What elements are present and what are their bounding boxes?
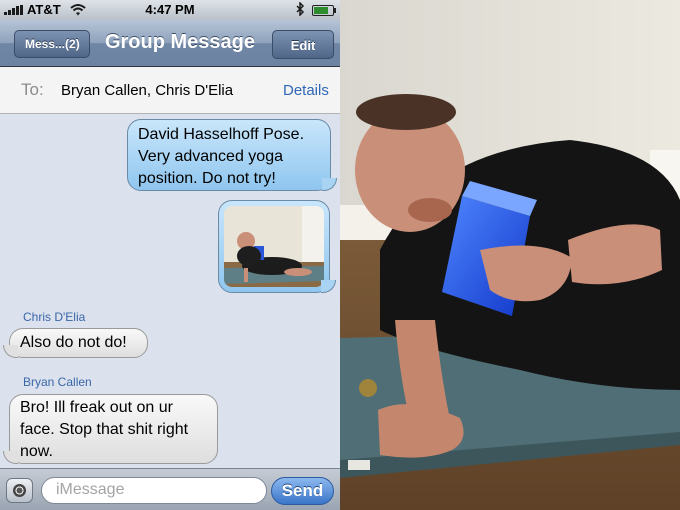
outgoing-message-bubble[interactable]: David Hasselhoff Pose. Very advanced yog… [127,119,337,191]
message-line: position. Do not try! [138,170,276,187]
message-line: Also do not do! [20,334,127,351]
battery-level [314,7,328,14]
message-line: Bro! Ill freak out on ur [20,399,173,416]
sender-name: Chris D'Elia [23,310,86,324]
recipients-list[interactable]: Bryan Callen, Chris D'Elia [61,82,233,99]
bluetooth-icon [296,1,305,19]
photo-thumbnail[interactable] [224,206,324,287]
compose-bar: iMessage Send [0,468,340,510]
status-time: 4:47 PM [145,2,195,17]
incoming-message-bubble[interactable]: Also do not do! [3,328,148,358]
battery-icon [312,5,336,16]
incoming-message-bubble[interactable]: Bro! Ill freak out on ur face. Stop that… [3,394,218,464]
edit-button[interactable]: Edit [272,30,334,59]
message-line: now. [20,443,53,460]
navigation-bar: Mess...(2) Group Message Edit [0,20,340,67]
message-thread[interactable]: David Hasselhoff Pose. Very advanced yog… [0,114,340,468]
details-link[interactable]: Details [283,82,329,99]
message-line: face. Stop that shit right [20,421,189,438]
message-line: Very advanced yoga [138,148,283,165]
status-bar: AT&T 4:47 PM [0,0,340,20]
message-line: David Hasselhoff Pose. [138,126,305,143]
camera-icon [13,484,26,497]
sender-name: Bryan Callen [23,375,92,389]
message-input[interactable]: iMessage [41,477,267,504]
photo-message-bubble[interactable] [218,200,336,293]
to-label: To: [21,80,44,99]
camera-button[interactable] [6,478,33,503]
send-button[interactable]: Send [271,477,334,505]
yoga-pose-photo [340,0,680,510]
recipients-bar: To: Bryan Callen, Chris D'Elia Details [0,67,340,114]
messages-screen: AT&T 4:47 PM Mess...(2) Group Message Ed… [0,0,340,510]
